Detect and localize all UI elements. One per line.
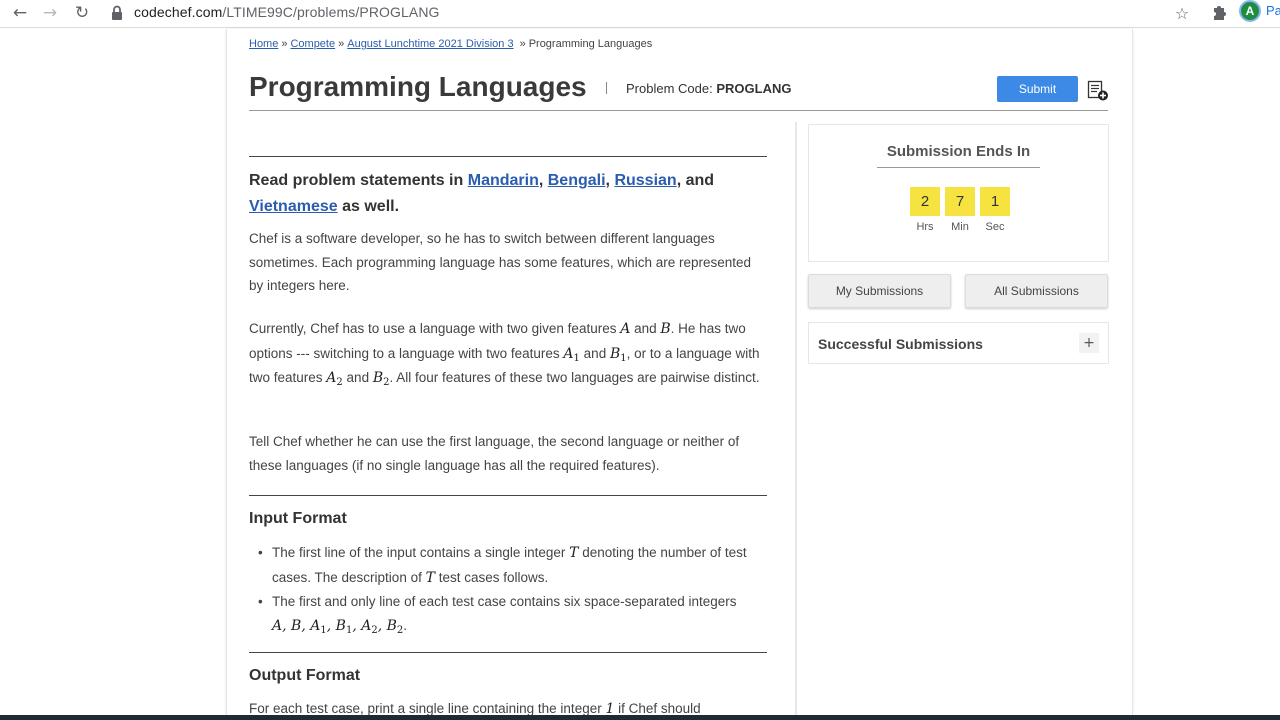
math-letter: A: [361, 617, 372, 634]
lock-icon: [112, 5, 122, 20]
timer-hours-label: Hrs: [916, 221, 934, 233]
breadcrumb: Home» Compete» August Lunchtime 2021 Divis…: [249, 37, 652, 51]
add-note-icon[interactable]: [1087, 80, 1109, 102]
page-title: Programming Languages: [249, 71, 587, 102]
column-divider: [795, 122, 797, 715]
statement-top-rule: [249, 156, 767, 157]
math-var: B2: [372, 370, 390, 388]
statement-paragraph-3: Tell Chef whether he can use the first l…: [249, 434, 740, 473]
submit-button[interactable]: Submit: [997, 76, 1078, 102]
math-var: T: [569, 545, 579, 561]
problem-code: Problem Code: PROGLANG: [626, 81, 791, 96]
output-section-rule: [249, 652, 767, 653]
math-var: A1: [563, 345, 580, 364]
address-bar[interactable]: codechef.com/LTIME99C/problems/PROGLANG: [134, 3, 440, 21]
output-format-heading: Output Format: [249, 667, 361, 684]
math-letter: A: [563, 345, 574, 362]
successful-submissions-panel[interactable]: Successful Submissions +: [808, 322, 1109, 364]
input-section-rule: [249, 495, 767, 496]
output-text: if Chef should: [614, 701, 701, 716]
my-submissions-button[interactable]: My Submissions: [808, 274, 951, 308]
list-item: The first line of the input contains a s…: [258, 541, 772, 590]
bullet-text: The first line of the input contains a s…: [272, 545, 570, 560]
math-letter: B: [291, 617, 302, 634]
breadcrumb-separator: »: [338, 38, 345, 50]
title-rule: [249, 110, 1108, 111]
successful-submissions-title: Successful Submissions: [818, 336, 983, 352]
p2-text: and: [579, 345, 610, 361]
list-item: The first and only line of each test cas…: [258, 590, 772, 638]
expand-plus-icon[interactable]: +: [1079, 333, 1099, 353]
breadcrumb-contest-link[interactable]: August Lunchtime 2021 Division 3: [347, 38, 513, 50]
problem-code-value: PROGLANG: [716, 81, 792, 96]
profile-label[interactable]: Pa: [1266, 3, 1280, 18]
url-host: codechef.com: [134, 4, 223, 20]
math-var: A: [620, 321, 631, 337]
math-var: B: [660, 321, 671, 337]
math-var: B1: [609, 345, 627, 364]
p2-text: and: [630, 321, 661, 336]
url-path: /LTIME99C/problems/PROGLANG: [222, 4, 440, 20]
breadcrumb-home-link[interactable]: Home: [249, 38, 278, 50]
timer-title-underline: [877, 167, 1040, 168]
math-letter: B: [609, 345, 621, 362]
title-divider: [606, 82, 607, 94]
lang-link-vietnamese[interactable]: Vietnamese: [249, 198, 338, 215]
lang-link-bengali[interactable]: Bengali: [548, 172, 606, 189]
forward-arrow-icon[interactable]: →: [38, 2, 62, 24]
math-letter: B: [372, 370, 384, 386]
timer-hours: 2: [910, 187, 940, 216]
input-format-list: The first line of the input contains a s…: [258, 541, 772, 638]
reload-icon[interactable]: ↻: [70, 2, 94, 24]
math-letter: A: [310, 617, 321, 634]
translations-prefix: Read problem statements in: [249, 172, 464, 189]
math-letter: A: [272, 617, 283, 634]
timer-minutes: 7: [945, 187, 975, 216]
math-expression: A, B, A1, B1, A2, B2: [272, 617, 404, 636]
breadcrumb-separator: »: [519, 38, 526, 50]
math-subscript: 2: [371, 624, 378, 636]
timer-title: Submission Ends In: [886, 143, 1031, 160]
bookmark-star-icon[interactable]: ☆: [1170, 2, 1194, 24]
breadcrumb-separator: »: [281, 38, 288, 50]
math-var: A2: [326, 370, 343, 388]
taskbar-strip: [0, 715, 1280, 720]
lang-link-mandarin[interactable]: Mandarin: [468, 172, 539, 189]
submission-timer-panel: Submission Ends In 2 7 1 Hrs Min Sec: [808, 124, 1109, 262]
timer-seconds-label: Sec: [985, 221, 1005, 233]
profile-avatar[interactable]: A: [1239, 0, 1261, 22]
timer-seconds: 1: [980, 187, 1010, 216]
statement-paragraph-2: Currently, Chef has to use a language wi…: [249, 317, 769, 391]
math-letter: A: [326, 370, 337, 386]
math-subscript: 1: [345, 624, 353, 636]
breadcrumb-compete-link[interactable]: Compete: [290, 38, 335, 50]
translations-and: and: [685, 172, 715, 189]
p2-text: . All four features of these two languag…: [389, 370, 760, 385]
math-letter: B: [335, 617, 346, 634]
p2-text: and: [342, 370, 373, 385]
translations-note: Read problem statements in Mandarin, Ben…: [249, 172, 715, 215]
extensions-puzzle-icon[interactable]: [1207, 2, 1231, 24]
translations-suffix: as well.: [342, 198, 400, 215]
bullet-text: The first and only line of each test cas…: [272, 594, 737, 609]
input-format-heading: Input Format: [249, 510, 347, 527]
all-submissions-button[interactable]: All Submissions: [965, 274, 1108, 308]
problem-code-label: Problem Code:: [626, 81, 713, 96]
bullet-text: .: [403, 617, 408, 633]
p2-text: Currently, Chef has to use a language wi…: [249, 321, 621, 336]
math-letter: B: [386, 617, 397, 634]
statement-paragraph-1: Chef is a software developer, so he has …: [249, 231, 752, 293]
math-subscript: 1: [320, 624, 327, 636]
lang-link-russian[interactable]: Russian: [614, 172, 676, 189]
bullet-text: test cases follows.: [434, 569, 549, 585]
timer-minutes-label: Min: [951, 221, 969, 233]
browser-toolbar: ← → ↻ codechef.com/LTIME99C/problems/PRO…: [0, 0, 1280, 28]
breadcrumb-current: Programming Languages: [528, 38, 653, 50]
math-var: T: [425, 569, 435, 586]
output-text: For each test case, print a single line …: [249, 701, 606, 716]
back-arrow-icon[interactable]: ←: [8, 2, 32, 24]
